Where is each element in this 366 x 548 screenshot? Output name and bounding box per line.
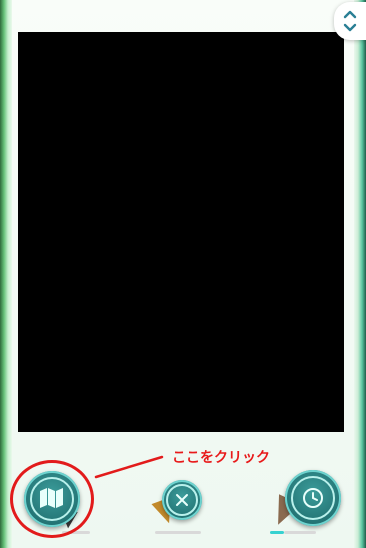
tab-indicator-active bbox=[270, 531, 284, 534]
close-button[interactable] bbox=[162, 480, 202, 520]
close-icon bbox=[176, 494, 188, 506]
history-button[interactable] bbox=[285, 470, 341, 526]
photo-preview bbox=[18, 32, 344, 432]
scroll-toggle-button[interactable] bbox=[334, 2, 366, 40]
tab-indicator bbox=[284, 531, 316, 534]
clock-icon bbox=[303, 488, 323, 508]
tab-indicator bbox=[155, 531, 201, 534]
annotation-callout-text: ここをクリック bbox=[172, 450, 270, 466]
annotation-highlight-circle bbox=[10, 460, 94, 538]
up-down-chevron-icon bbox=[343, 10, 357, 32]
annotation-pointer-line bbox=[94, 455, 164, 479]
